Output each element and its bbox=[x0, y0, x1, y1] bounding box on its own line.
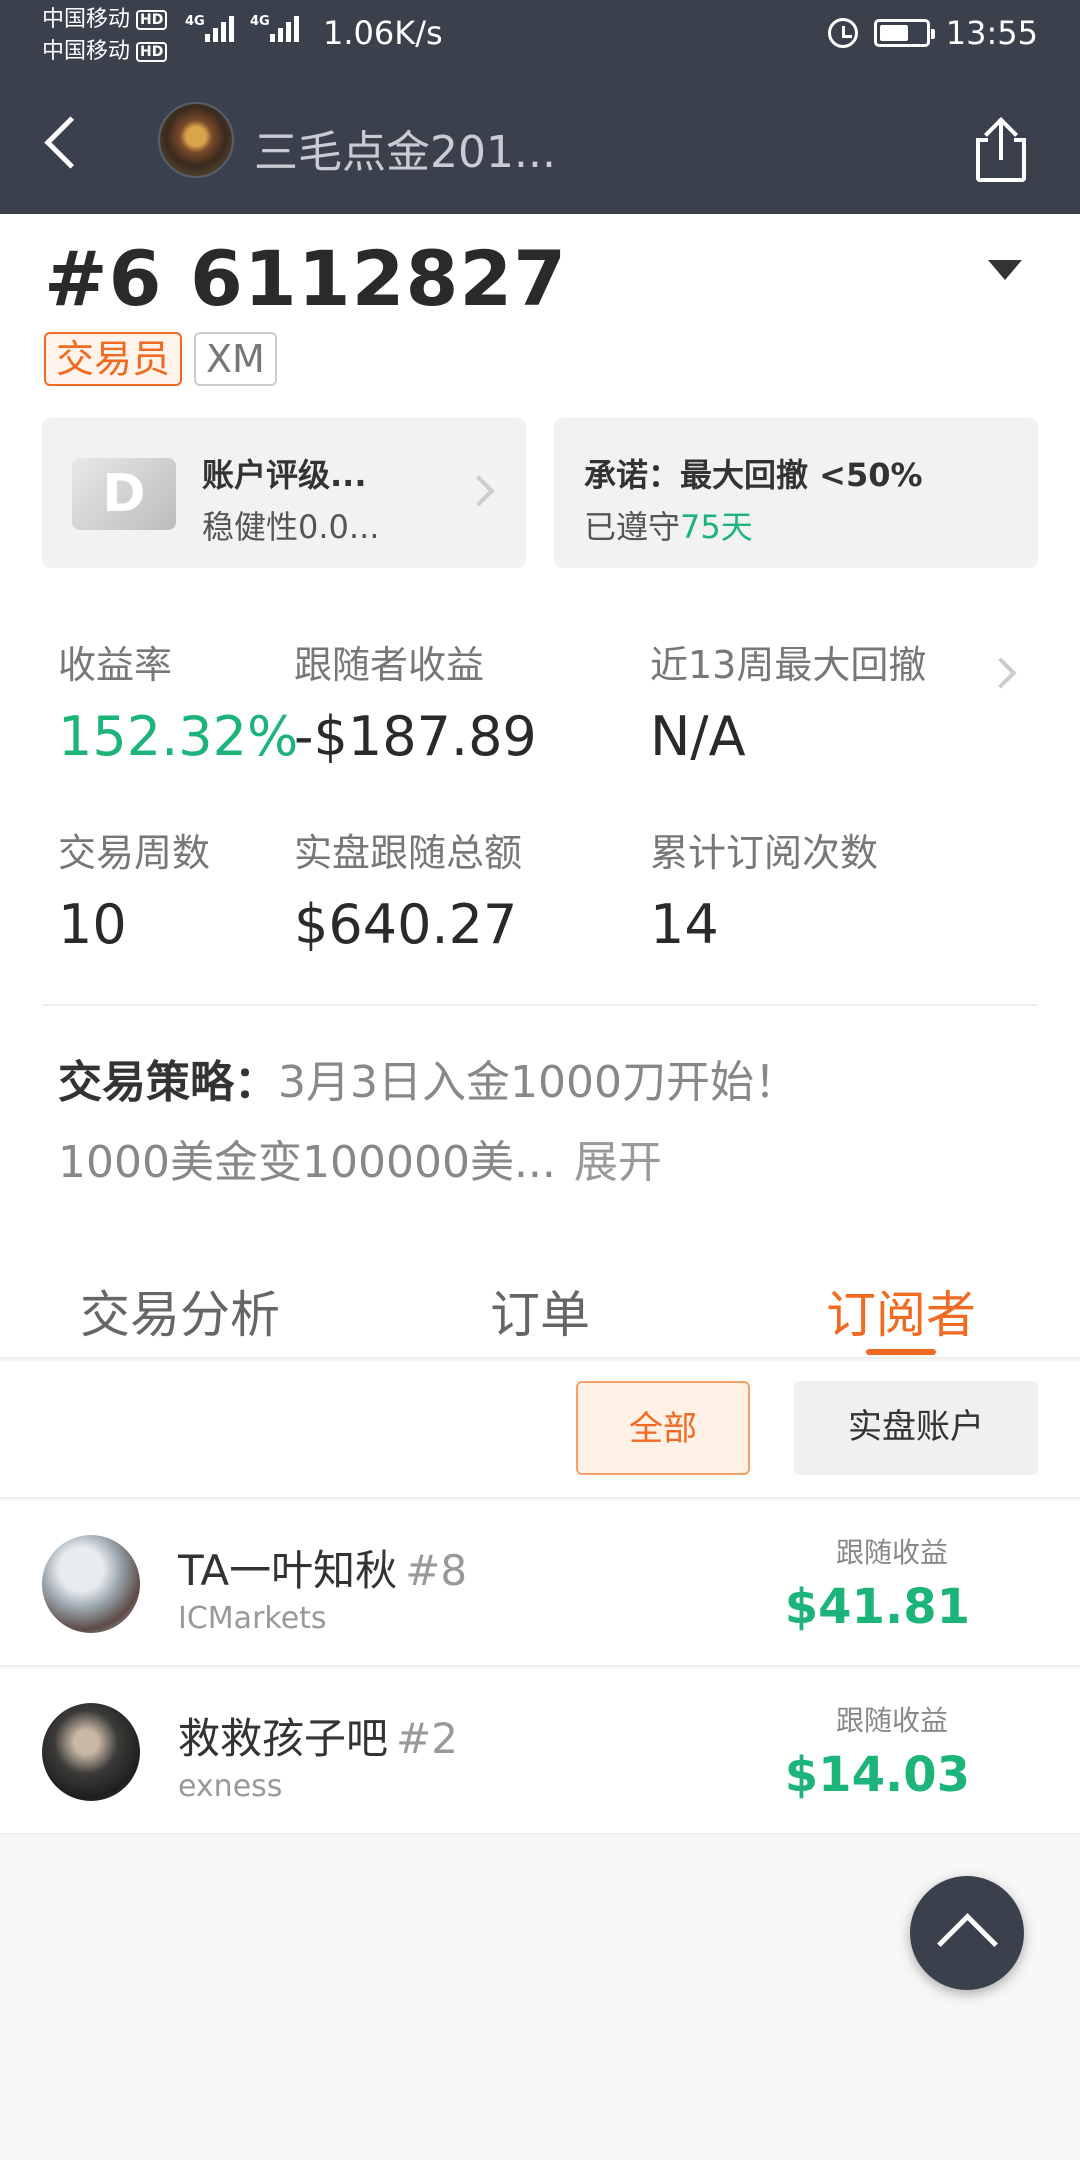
return-value: 152.32% bbox=[58, 705, 299, 768]
strategy-line-1: 交易策略：3月3日入金1000刀开始！ bbox=[58, 1057, 798, 1108]
commitment-title: 承诺：最大回撤 <50% bbox=[584, 456, 923, 494]
list-item[interactable]: 救救孩子吧 #2 exness 跟随收益 $14.03 bbox=[0, 1669, 1080, 1835]
filter-row: 全部 实盘账户 bbox=[0, 1361, 1080, 1499]
stat-follow-total: 实盘跟随总额 $640.27 bbox=[294, 831, 523, 956]
weeks-value: 10 bbox=[58, 893, 127, 956]
subscriber-rank: #8 bbox=[405, 1546, 468, 1595]
commitment-days: 75天 bbox=[680, 508, 753, 546]
alarm-icon bbox=[827, 18, 858, 48]
follow-total-value: $640.27 bbox=[294, 893, 518, 956]
signal-icon: 4G 4G bbox=[185, 14, 299, 42]
stat-weeks: 交易周数 10 bbox=[58, 831, 211, 956]
rating-title: 账户评级... bbox=[202, 456, 367, 494]
tab-orders[interactable]: 订单 bbox=[490, 1275, 590, 1347]
subscriptions-value: 14 bbox=[650, 893, 719, 956]
share-icon[interactable] bbox=[976, 117, 1026, 182]
drawdown-value: N/A bbox=[650, 705, 746, 768]
broker-tag: XM bbox=[194, 332, 277, 386]
network-type-2: 4G bbox=[250, 14, 270, 29]
profit-label: 跟随收益 bbox=[835, 1704, 948, 1737]
role-tag: 交易员 bbox=[44, 332, 183, 386]
trader-avatar[interactable] bbox=[158, 102, 234, 178]
stat-subscriptions: 累计订阅次数 14 bbox=[650, 831, 879, 956]
tab-analysis[interactable]: 交易分析 bbox=[80, 1275, 280, 1347]
back-arrow-icon[interactable] bbox=[38, 110, 88, 180]
clock: 13:55 bbox=[945, 14, 1038, 52]
account-summary: #6 6112827 交易员 XM D 账户评级... 稳健性0.0... 承诺… bbox=[0, 214, 1080, 1249]
status-bar: 中国移动 HD 中国移动 HD 4G 4G 1.06K/s 13:55 bbox=[0, 0, 1080, 72]
chevron-right-icon[interactable] bbox=[985, 657, 1017, 689]
commitment-card: 承诺：最大回撤 <50% 已遵守75天 bbox=[554, 418, 1038, 568]
account-id: #6 6112827 bbox=[44, 234, 568, 323]
follower-profit-value: -$187.89 bbox=[294, 705, 537, 768]
profit-value: $41.81 bbox=[784, 1579, 970, 1635]
network-type-1: 4G bbox=[185, 14, 205, 29]
avatar bbox=[42, 1535, 140, 1633]
subscriber-name: 救救孩子吧 #2 bbox=[178, 1714, 458, 1763]
nav-title: 三毛点金201... bbox=[254, 127, 556, 178]
strategy-line-2: 1000美金变100000美... 展开 bbox=[58, 1137, 662, 1188]
chevron-right-icon bbox=[463, 475, 495, 507]
subscriber-rank: #2 bbox=[396, 1714, 458, 1763]
rating-card[interactable]: D 账户评级... 稳健性0.0... bbox=[42, 418, 526, 568]
commitment-status: 已遵守75天 bbox=[584, 508, 753, 546]
hd-badge-2: HD bbox=[136, 42, 168, 62]
grade-badge: D bbox=[72, 458, 176, 530]
tab-bar: 交易分析 订单 订阅者 bbox=[0, 1249, 1080, 1359]
profit-label: 跟随收益 bbox=[835, 1536, 948, 1569]
stat-drawdown[interactable]: 近13周最大回撤 N/A bbox=[650, 634, 926, 768]
carrier-info: 中国移动 HD 中国移动 HD bbox=[42, 4, 168, 68]
subscriber-name: TA一叶知秋 #8 bbox=[178, 1546, 468, 1595]
expand-link[interactable]: 展开 bbox=[574, 1137, 662, 1188]
network-speed: 1.06K/s bbox=[323, 14, 443, 52]
tab-subscribers[interactable]: 订阅者 bbox=[826, 1275, 976, 1347]
subscriber-broker: ICMarkets bbox=[178, 1601, 327, 1636]
avatar bbox=[42, 1703, 140, 1801]
scroll-to-top-icon[interactable] bbox=[910, 1876, 1024, 1990]
profit-value: $14.03 bbox=[784, 1747, 970, 1803]
hd-badge-1: HD bbox=[136, 10, 168, 30]
battery-icon bbox=[873, 19, 935, 47]
list-item[interactable]: TA一叶知秋 #8 ICMarkets 跟随收益 $41.81 bbox=[0, 1501, 1080, 1667]
nav-bar: 三毛点金201... bbox=[0, 72, 1080, 214]
filter-real-account-button[interactable]: 实盘账户 bbox=[794, 1381, 1038, 1475]
carrier-2: 中国移动 bbox=[42, 39, 131, 64]
dropdown-caret-icon[interactable] bbox=[988, 260, 1022, 280]
strategy-label: 交易策略： bbox=[58, 1057, 278, 1108]
stat-follower-profit: 跟随者收益 -$187.89 bbox=[294, 643, 537, 768]
stat-return: 收益率 152.32% bbox=[58, 643, 299, 768]
subscriber-broker: exness bbox=[178, 1769, 283, 1804]
active-tab-indicator bbox=[866, 1349, 936, 1355]
carrier-1: 中国移动 bbox=[42, 7, 131, 32]
rating-subtitle: 稳健性0.0... bbox=[202, 508, 380, 546]
filter-all-button[interactable]: 全部 bbox=[576, 1381, 750, 1475]
divider bbox=[42, 1004, 1038, 1006]
